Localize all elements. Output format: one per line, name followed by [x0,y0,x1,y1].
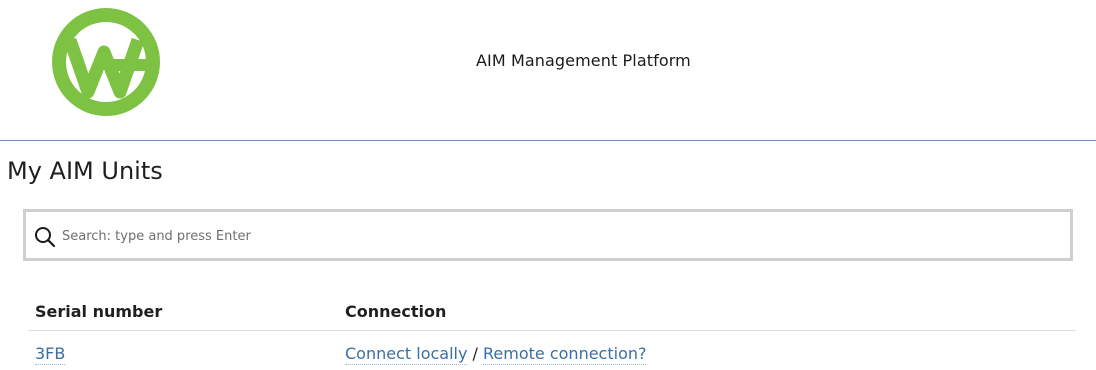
search-icon [35,227,56,248]
header-divider [0,140,1096,141]
search-box[interactable] [23,209,1073,261]
column-header-connection[interactable]: Connection [345,302,446,321]
connect-locally-link[interactable]: Connect locally [345,344,468,365]
page-title: My AIM Units [7,157,163,185]
column-header-serial-number[interactable]: Serial number [35,302,162,321]
table-row: 3FB [35,344,66,365]
connection-cell: Connect locally / Remote connection? [345,344,647,365]
link-separator: / [472,344,478,363]
platform-title: AIM Management Platform [476,51,691,70]
serial-link[interactable]: 3FB [35,344,66,365]
table-header-divider [28,330,1076,331]
remote-connection-link[interactable]: Remote connection? [483,344,647,365]
aim-logo-icon [52,8,160,116]
search-input[interactable] [62,224,1062,248]
